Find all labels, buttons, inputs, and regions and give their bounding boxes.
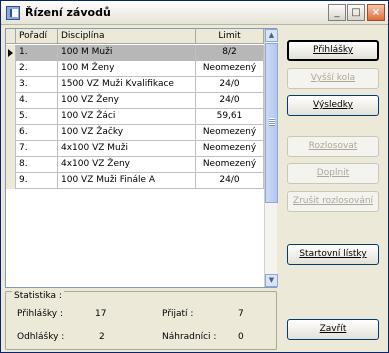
table-row[interactable]: 8. 4x100 VZ Ženy Neomezený (6, 157, 264, 173)
row-selector[interactable] (6, 93, 16, 109)
table-row[interactable]: 3. 1500 VZ Muži Kvalifikace 24/0 (6, 77, 264, 93)
table-row[interactable]: 2. 100 M Ženy Neomezený (6, 61, 264, 77)
header-selector (6, 29, 16, 44)
startovni-listky-button[interactable]: Startovní lístky (287, 244, 379, 265)
thumb-grip-icon (269, 118, 275, 126)
zavrit-button[interactable]: Zavřít (287, 319, 379, 340)
vertical-scrollbar[interactable]: ▲ ▼ (264, 29, 278, 287)
prihlasky-label: Přihlášky : (17, 309, 63, 319)
doplnit-button[interactable]: Doplnit (287, 163, 379, 184)
statistics-group: Statistika : Přihlášky : 17 Přijatí : 7 … (5, 291, 277, 350)
cell-poradi[interactable]: 5. (16, 109, 58, 125)
prijati-value: 7 (238, 309, 244, 319)
cell-poradi[interactable]: 2. (16, 61, 58, 77)
cell-disciplina[interactable]: 100 VZ Muži Finále A (58, 173, 196, 189)
close-icon[interactable]: × (367, 4, 385, 21)
cell-disciplina[interactable]: 100 VZ Žáci (58, 109, 196, 125)
row-selector[interactable] (6, 109, 16, 125)
odhlasky-label: Odhlášky : (17, 332, 65, 342)
cell-poradi[interactable]: 3. (16, 77, 58, 93)
rozlosovat-button[interactable]: Rozlosovat (287, 136, 379, 157)
scroll-down-icon[interactable]: ▼ (265, 274, 278, 287)
cell-disciplina[interactable]: 100 M Ženy (58, 61, 196, 77)
cell-limit[interactable]: Neomezený (196, 61, 264, 77)
grid-header: Pořadí Disciplína Limit (6, 29, 264, 44)
table-row[interactable]: 6. 100 VZ Žačky Neomezený (6, 125, 264, 141)
app-icon (6, 6, 20, 20)
cell-poradi[interactable]: 4. (16, 93, 58, 109)
table-row[interactable]: 7. 4x100 VZ Muži Neomezený (6, 141, 264, 157)
cell-poradi[interactable]: 9. (16, 173, 58, 189)
nahradnici-label: Náhradníci : (162, 332, 217, 342)
title-bar: Řízení závodů _ □ × (1, 1, 388, 25)
zrusit-rozlosovani-button[interactable]: Zrušit rozlosování (287, 191, 379, 212)
cell-limit[interactable]: 24/0 (196, 93, 264, 109)
cell-disciplina[interactable]: 100 VZ Žačky (58, 125, 196, 141)
row-selector[interactable] (6, 157, 16, 173)
cell-limit[interactable]: 24/0 (196, 77, 264, 93)
disciplines-grid[interactable]: Pořadí Disciplína Limit 1. 100 M Muži 8/2 2… (5, 28, 278, 288)
current-row-arrow-icon (8, 49, 13, 57)
table-row[interactable]: 4. 100 VZ Ženy 24/0 (6, 93, 264, 109)
cell-disciplina[interactable]: 1500 VZ Muži Kvalifikace (58, 77, 196, 93)
prihlasky-value: 17 (95, 309, 107, 319)
header-poradi[interactable]: Pořadí (16, 29, 58, 44)
cell-limit[interactable]: 59,61 (196, 109, 264, 125)
cell-limit[interactable]: Neomezený (196, 125, 264, 141)
cell-disciplina[interactable]: 100 VZ Ženy (58, 93, 196, 109)
statistics-legend: Statistika : (12, 291, 64, 301)
vyssi-kola-button[interactable]: Vyšší kola (287, 68, 379, 89)
cell-poradi[interactable]: 7. (16, 141, 58, 157)
cell-poradi[interactable]: 6. (16, 125, 58, 141)
header-disciplina[interactable]: Disciplína (58, 29, 196, 44)
table-row[interactable]: 1. 100 M Muži 8/2 (6, 45, 264, 61)
scroll-up-icon[interactable]: ▲ (265, 29, 278, 42)
minimize-icon[interactable]: _ (328, 4, 346, 21)
row-selector[interactable] (6, 45, 16, 61)
odhlasky-value: 2 (99, 332, 105, 342)
header-limit[interactable]: Limit (196, 29, 264, 44)
window-title: Řízení závodů (25, 6, 111, 19)
cell-poradi[interactable]: 1. (16, 45, 58, 61)
race-management-window: Řízení závodů _ □ × Pořadí Disciplína Li… (0, 0, 389, 353)
cell-limit[interactable]: 8/2 (196, 45, 264, 61)
cell-disciplina[interactable]: 4x100 VZ Ženy (58, 157, 196, 173)
scroll-thumb[interactable] (265, 43, 278, 203)
cell-disciplina[interactable]: 100 M Muži (58, 45, 196, 61)
cell-poradi[interactable]: 8. (16, 157, 58, 173)
row-selector[interactable] (6, 125, 16, 141)
vysledky-button[interactable]: Výsledky (287, 95, 379, 116)
nahradnici-value: 0 (238, 332, 244, 342)
cell-limit[interactable]: Neomezený (196, 141, 264, 157)
prijati-label: Přijatí : (162, 309, 194, 319)
row-selector[interactable] (6, 77, 16, 93)
cell-limit[interactable]: Neomezený (196, 157, 264, 173)
cell-limit[interactable]: 24/0 (196, 173, 264, 189)
table-row[interactable]: 5. 100 VZ Žáci 59,61 (6, 109, 264, 125)
table-row[interactable]: 9. 100 VZ Muži Finále A 24/0 (6, 173, 264, 189)
cell-disciplina[interactable]: 4x100 VZ Muži (58, 141, 196, 157)
prihlasky-button[interactable]: Přihlášky (287, 40, 379, 61)
row-selector[interactable] (6, 173, 16, 189)
maximize-icon[interactable]: □ (347, 4, 365, 21)
row-selector[interactable] (6, 61, 16, 77)
row-selector[interactable] (6, 141, 16, 157)
